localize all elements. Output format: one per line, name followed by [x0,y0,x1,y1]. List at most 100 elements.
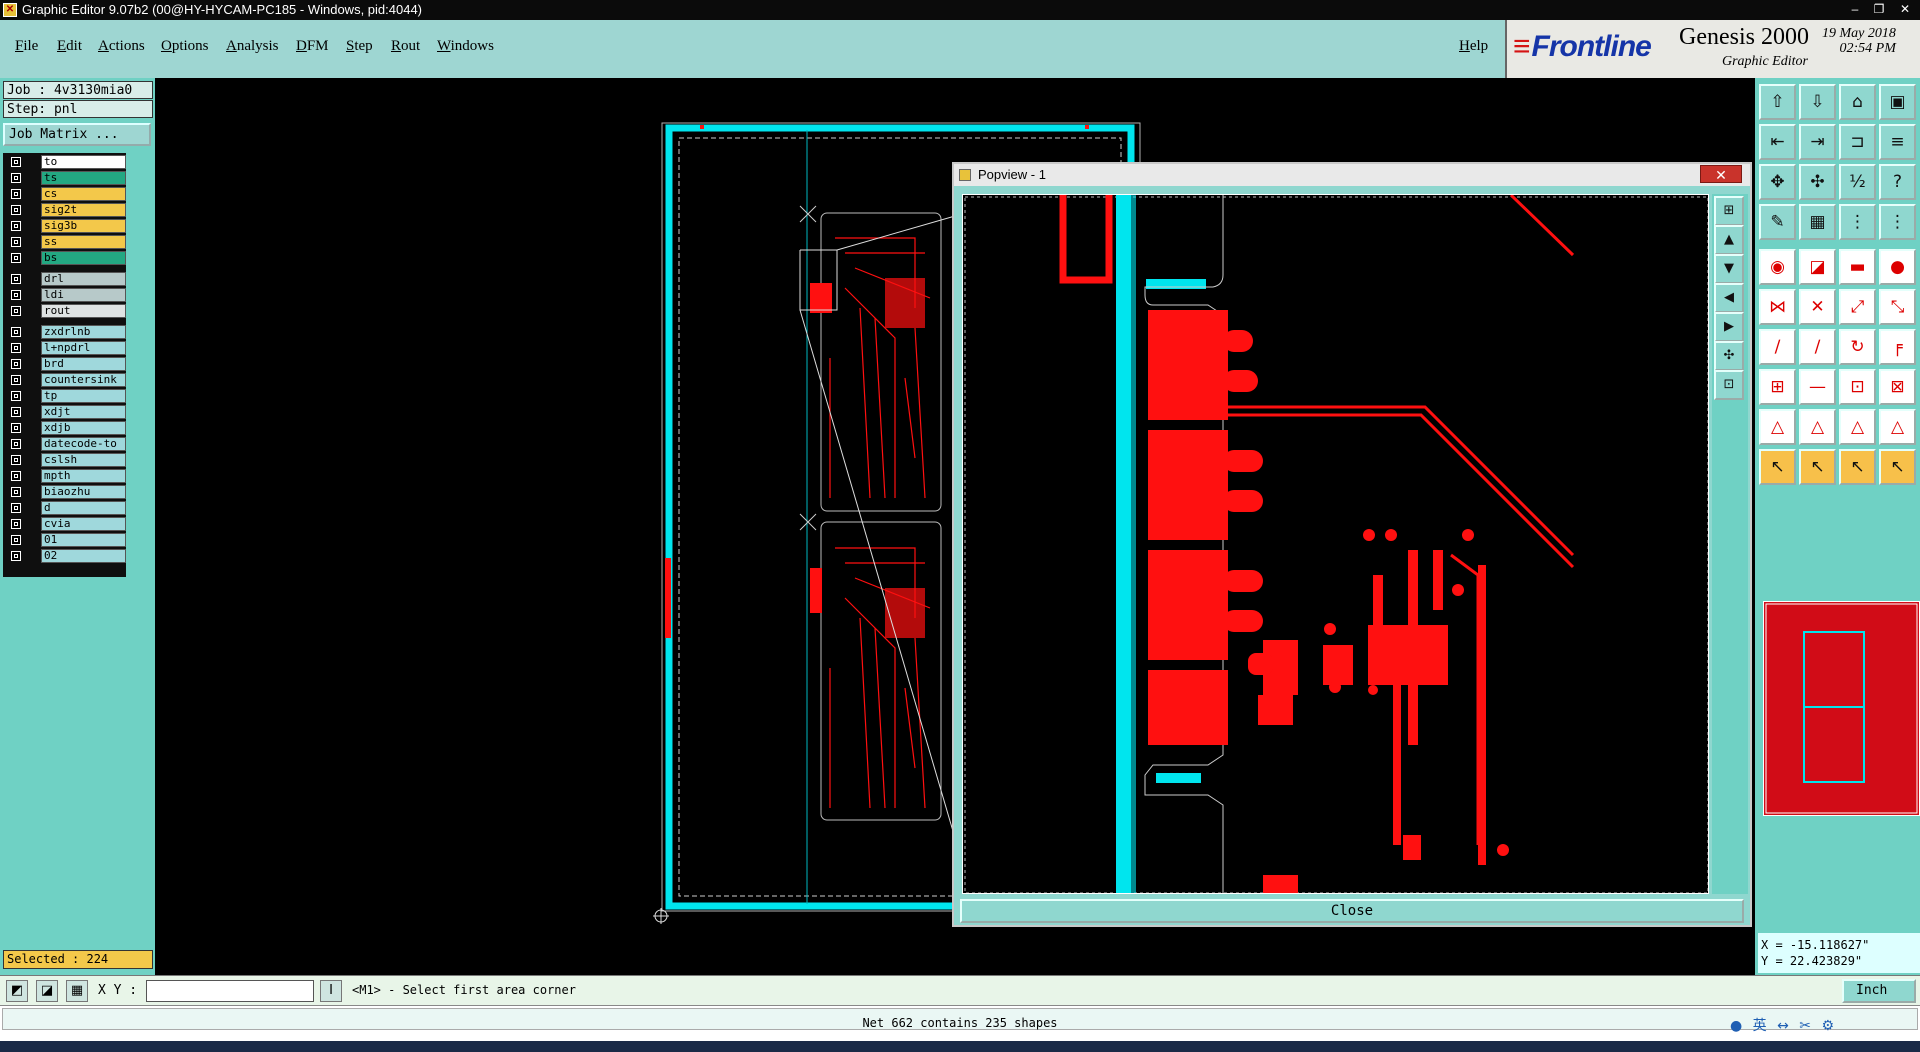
popview-close-x-button[interactable]: ✕ [1700,165,1742,183]
layer-row-tp[interactable]: tp [3,389,126,403]
layer-row-rout[interactable]: rout [3,304,126,318]
tool-add-icon[interactable]: ⊞ [1759,369,1796,405]
menu-windows[interactable]: Windows [437,38,494,55]
layer-checkbox[interactable] [11,407,21,417]
layer-checkbox[interactable] [11,487,21,497]
snap-icon[interactable]: ◩ [6,980,28,1002]
layer-row-sig2t[interactable]: sig2t [3,203,126,217]
layer-checkbox[interactable] [11,237,21,247]
popview-pan-left-button[interactable]: ◀ [1714,283,1744,313]
popview-pan-down-button[interactable]: ▼ [1714,254,1744,284]
layer-checkbox[interactable] [11,519,21,529]
tool-pan-left-icon[interactable]: ⇤ [1759,124,1796,160]
tool-copy-icon[interactable]: ⤡ [1879,289,1916,325]
system-tray-icons[interactable]: ● 英 ↔ ✂ ⚙ [1730,1015,1837,1035]
popview-zoom-in-button[interactable]: ⊞ [1714,196,1744,226]
tool-edit-icon[interactable]: ✎ [1759,204,1796,240]
tool-select-d-icon[interactable]: ↖ [1879,449,1916,485]
tool-zoom-up-icon[interactable]: ⇧ [1759,84,1796,120]
layer-checkbox[interactable] [11,391,21,401]
layer-row-to[interactable]: to [3,155,126,169]
layer-checkbox[interactable] [11,535,21,545]
layer-row-brd[interactable]: brd [3,357,126,371]
layer-row-d[interactable]: d [3,501,126,515]
layer-row-cslsh[interactable]: cslsh [3,453,126,467]
layer-checkbox[interactable] [11,173,21,183]
layer-row-biaozhu[interactable]: biaozhu [3,485,126,499]
close-window-button[interactable]: ✕ [1896,2,1914,16]
popview-zoom-home-button[interactable]: ⊡ [1714,370,1744,400]
tool-tri-a-icon[interactable]: △ [1759,409,1796,445]
layer-checkbox[interactable] [11,157,21,167]
layer-row-cvia[interactable]: cvia [3,517,126,531]
layer-row-ts[interactable]: ts [3,171,126,185]
tool-minus-icon[interactable]: — [1799,369,1836,405]
tool-rotate-icon[interactable]: ◪ [1799,249,1836,285]
layer-checkbox[interactable] [11,423,21,433]
tool-camera-icon[interactable]: ◉ [1759,249,1796,285]
grid-icon[interactable]: ▦ [66,980,88,1002]
layer-checkbox[interactable] [11,551,21,561]
tool-fit-icon[interactable]: ✥ [1759,164,1796,200]
tool-dot-icon[interactable]: ● [1879,249,1916,285]
popview-zoom-fit-button[interactable]: ✣ [1714,341,1744,371]
minimize-button[interactable]: – [1846,2,1864,16]
layer-checkbox[interactable] [11,471,21,481]
os-taskbar[interactable] [0,1041,1920,1052]
popview-zoom-view[interactable] [962,194,1709,894]
layer-row-l-npdrl[interactable]: l+npdrl [3,341,126,355]
text-cursor-icon[interactable]: I [320,980,342,1002]
tool-grid-icon[interactable]: ▦ [1799,204,1836,240]
overview-map[interactable] [1763,601,1920,816]
xy-input[interactable] [146,980,314,1002]
tool-snap-b-icon[interactable]: ⋮ [1879,204,1916,240]
popview-close-button[interactable]: Close [960,899,1744,923]
tool-redo-icon[interactable]: ↻ [1839,329,1876,365]
tool-connect-icon[interactable]: ⋈ [1759,289,1796,325]
layer-checkbox[interactable] [11,439,21,449]
tool-center-icon[interactable]: ✣ [1799,164,1836,200]
layer-row-01[interactable]: 01 [3,533,126,547]
popview-title-bar[interactable]: Popview - 1 ✕ [954,164,1750,186]
unit-selector[interactable]: Inch [1842,979,1916,1003]
layer-checkbox[interactable] [11,274,21,284]
popview-window[interactable]: Popview - 1 ✕ ⊞ ▲ ▼ ◀ ▶ ✣ ⊡ Close [952,162,1752,927]
tool-frame-icon[interactable]: ⊐ [1839,124,1876,160]
menu-help[interactable]: Help [1459,38,1488,55]
tool-select-icon[interactable]: ↖ [1759,449,1796,485]
layer-row-xdjb[interactable]: xdjb [3,421,126,435]
tool-snap-a-icon[interactable]: ⋮ [1839,204,1876,240]
layer-row-countersink[interactable]: countersink [3,373,126,387]
layer-row-bs[interactable]: bs [3,251,126,265]
layer-checkbox[interactable] [11,205,21,215]
layer-row-xdjt[interactable]: xdjt [3,405,126,419]
menu-actions[interactable]: Actions [98,38,145,55]
menu-edit[interactable]: Edit [57,38,82,55]
popview-pan-right-button[interactable]: ▶ [1714,312,1744,342]
tool-select-b-icon[interactable]: ↖ [1799,449,1836,485]
layer-row-zxdrlnb[interactable]: zxdrlnb [3,325,126,339]
tool-delete-icon[interactable]: ✕ [1799,289,1836,325]
layer-checkbox[interactable] [11,359,21,369]
layer-row-ldi[interactable]: ldi [3,288,126,302]
layer-row-drl[interactable]: drl [3,272,126,286]
layer-checkbox[interactable] [11,503,21,513]
tool-ruler-icon[interactable]: ▬ [1839,249,1876,285]
popview-pan-up-button[interactable]: ▲ [1714,225,1744,255]
tool-tri-b-icon[interactable]: △ [1799,409,1836,445]
tool-move-icon[interactable]: ⤢ [1839,289,1876,325]
menu-dfm[interactable]: DFM [296,38,329,55]
tool-tri-c-icon[interactable]: △ [1839,409,1876,445]
layer-row-cs[interactable]: cs [3,187,126,201]
layer-row-datecode-to[interactable]: datecode-to [3,437,126,451]
layer-checkbox[interactable] [11,306,21,316]
tool-tri-d-icon[interactable]: △ [1879,409,1916,445]
tool-resize-icon[interactable]: ⊡ [1839,369,1876,405]
layer-row-02[interactable]: 02 [3,549,126,563]
layer-checkbox[interactable] [11,221,21,231]
layer-checkbox[interactable] [11,189,21,199]
layer-checkbox[interactable] [11,375,21,385]
job-matrix-button[interactable]: Job Matrix ... [3,123,151,146]
menu-analysis[interactable]: Analysis [226,38,279,55]
menu-rout[interactable]: Rout [391,38,420,55]
